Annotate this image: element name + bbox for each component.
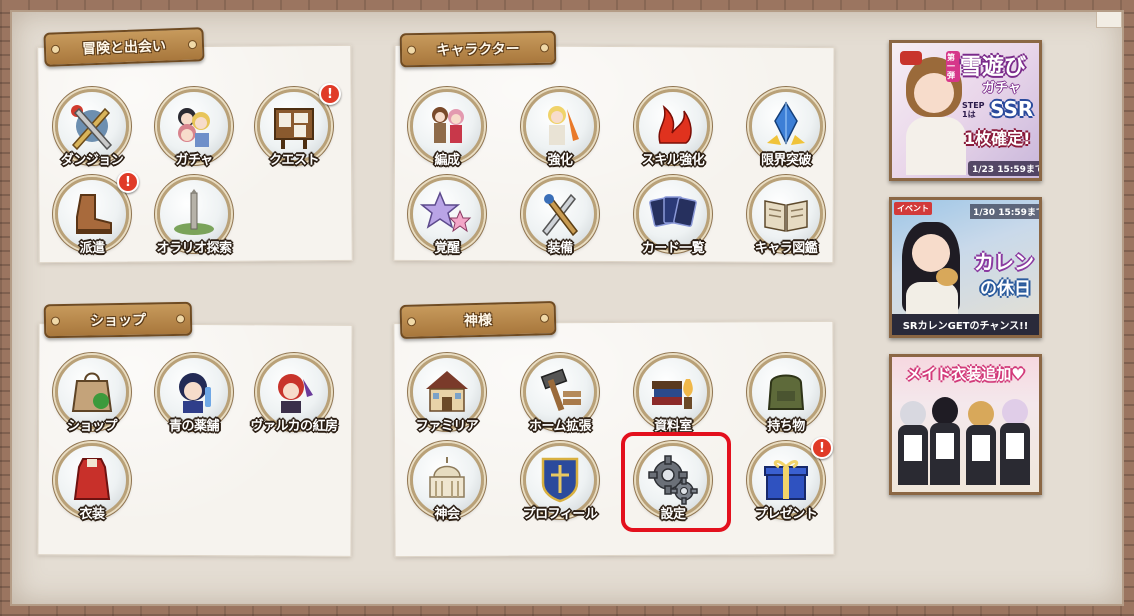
gacha-label: ガチャ	[175, 153, 213, 168]
shop-label: ショップ	[66, 419, 118, 434]
archive-button[interactable]: 資料室	[618, 355, 728, 447]
banner-karen-date: 1/30 15:59まで	[970, 204, 1039, 219]
settings-button[interactable]: 設定	[618, 443, 728, 535]
orario-explore-label: オラリオ探索	[156, 241, 232, 256]
snow-gacha-banner[interactable]: 第一弾 雪遊び ガチャ STEP 1は SSR 1枚確定! 1/23 15:59…	[889, 40, 1042, 181]
present-label: プレゼント	[754, 507, 818, 522]
dispatch-label: 派遣	[79, 241, 105, 256]
blue-pharmacy-label: 青の薬舗	[168, 419, 220, 434]
banner-karen-footer: SRカレンGETのチャンス!!	[892, 314, 1039, 335]
crimson-forge-button[interactable]: ヴァルカの紅房	[239, 355, 349, 447]
dispatch-alert-badge: !	[117, 171, 139, 193]
dungeon-button[interactable]: ダンジョン	[37, 89, 147, 181]
banner-maid-title: メイド衣装追加♥	[906, 365, 1025, 383]
banner-karen-title2: の休日	[980, 279, 1031, 299]
awaken-label: 覚醒	[434, 241, 460, 256]
banner-karen-title1: カレン	[974, 250, 1034, 274]
dungeon-label: ダンジョン	[60, 153, 124, 168]
inventory-label: 持ち物	[767, 419, 805, 434]
equipment-label: 装備	[547, 241, 573, 256]
section-title-adventure: 冒険と出会い	[43, 27, 205, 67]
skill-enhance-button[interactable]: スキル強化	[618, 89, 728, 181]
enhance-button[interactable]: 強化	[505, 89, 615, 181]
card-list-label: カード一覧	[641, 241, 705, 256]
banner-snow-confirm: 1枚確定!	[964, 129, 1031, 148]
orario-explore-button[interactable]: オラリオ探索	[139, 177, 249, 269]
awaken-button[interactable]: 覚醒	[392, 177, 502, 269]
profile-label: プロフィール	[522, 507, 598, 522]
skill-enhance-label: スキル強化	[641, 153, 705, 168]
banner-snow-tag: 第一弾	[946, 51, 960, 82]
formation-label: 編成	[434, 153, 460, 168]
maid-costume-banner[interactable]: メイド衣装追加♥	[889, 354, 1042, 495]
blue-pharmacy-button[interactable]: 青の薬舗	[139, 355, 249, 447]
archive-label: 資料室	[654, 419, 692, 434]
god-council-label: 神会	[434, 507, 460, 522]
limit-break-label: 限界突破	[760, 153, 812, 168]
banner-snow-date: 1/23 15:59まで	[968, 161, 1039, 176]
formation-button[interactable]: 編成	[392, 89, 502, 181]
card-list-button[interactable]: カード一覧	[618, 177, 728, 269]
section-title-character: キャラクター	[399, 30, 557, 68]
shop-button[interactable]: ショップ	[37, 355, 147, 447]
settings-label: 設定	[660, 507, 686, 522]
gacha-button[interactable]: ガチャ	[139, 89, 249, 181]
god-council-button[interactable]: 神会	[392, 443, 502, 535]
section-title-shop: ショップ	[43, 301, 193, 339]
dispatch-button[interactable]: ! 派遣	[37, 171, 147, 269]
section-title-gods: 神様	[399, 300, 557, 340]
corner-tab[interactable]	[1096, 12, 1122, 28]
banner-snow-ssr: SSR	[990, 97, 1034, 121]
crimson-forge-label: ヴァルカの紅房	[250, 419, 338, 434]
banner-maid-characters	[896, 391, 1038, 491]
familia-label: ファミリア	[415, 419, 479, 434]
karen-event-banner[interactable]: イベント 1/30 15:59まで カレン の休日 SRカレンGETのチャンス!…	[889, 197, 1042, 338]
quest-button[interactable]: ! クエスト	[239, 83, 349, 181]
character-book-label: キャラ図鑑	[754, 241, 818, 256]
enhance-label: 強化	[547, 153, 573, 168]
quest-alert-badge: !	[319, 83, 341, 105]
limit-break-button[interactable]: 限界突破	[731, 89, 841, 181]
costume-label: 衣装	[79, 507, 105, 522]
familia-button[interactable]: ファミリア	[392, 355, 502, 447]
banner-karen-tag: イベント	[894, 202, 932, 215]
banner-snow-step: STEP 1は	[962, 101, 985, 119]
present-button[interactable]: ! プレゼント	[731, 437, 841, 535]
banner-snow-title2: ガチャ	[982, 81, 1021, 96]
home-expand-label: ホーム拡張	[528, 419, 592, 434]
inventory-button[interactable]: 持ち物	[731, 355, 841, 447]
profile-button[interactable]: プロフィール	[505, 443, 615, 535]
quest-label: クエスト	[268, 153, 320, 168]
character-book-button[interactable]: キャラ図鑑	[731, 177, 841, 269]
equipment-button[interactable]: 装備	[505, 177, 615, 269]
costume-button[interactable]: 衣装	[37, 443, 147, 535]
present-alert-badge: !	[811, 437, 833, 459]
home-expand-button[interactable]: ホーム拡張	[505, 355, 615, 447]
